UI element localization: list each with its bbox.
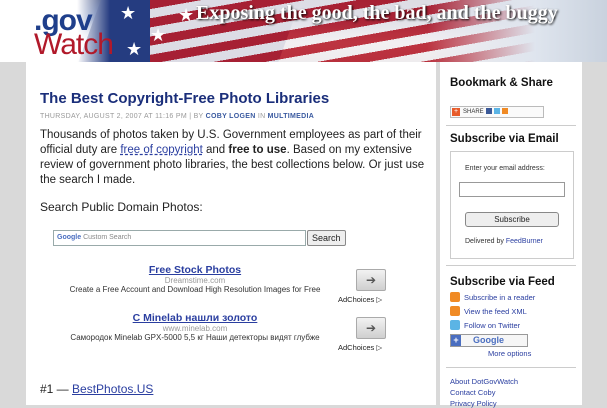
privacy-link[interactable]: Privacy Policy: [450, 399, 497, 408]
ad-title[interactable]: С Minelab нашли золото: [40, 312, 350, 324]
ad-arrow-button[interactable]: ➔: [356, 269, 386, 291]
star-icon: ★: [178, 5, 195, 25]
site-tagline: Exposing the good, the bad, and the bugg…: [196, 2, 558, 24]
email-field[interactable]: [459, 182, 565, 197]
custom-search-placeholder: Custom Search: [81, 234, 132, 241]
intro-bold-text: free to use: [228, 144, 287, 156]
post-meta-in: IN: [255, 113, 268, 120]
post-date: THURSDAY, AUGUST 2, 2007 AT 11:16 PM | B…: [40, 113, 206, 120]
list-item-number: #1 —: [40, 382, 73, 396]
post-intro: Thousands of photos taken by U.S. Govern…: [40, 128, 435, 188]
star-icon: ★: [126, 39, 143, 59]
ad-unit-2[interactable]: С Minelab нашли золото www.minelab.com С…: [40, 312, 350, 342]
ad-unit-1[interactable]: Free Stock Photos Dreamstime.com Create …: [40, 264, 350, 294]
search-heading: Search Public Domain Photos:: [40, 200, 203, 214]
custom-search-input[interactable]: Google Custom Search: [53, 230, 306, 246]
divider: [446, 125, 576, 126]
feed-heading: Subscribe via Feed: [450, 276, 555, 288]
rss-icon: [450, 306, 460, 316]
delivered-by-text: Delivered by: [465, 238, 506, 245]
ad-arrow-button[interactable]: ➔: [356, 317, 386, 339]
google-search-watermark: Google: [57, 234, 82, 241]
adchoices-label[interactable]: AdChoices ▷: [338, 295, 382, 304]
contact-link[interactable]: Contact Coby: [450, 388, 495, 397]
search-button[interactable]: Search: [307, 230, 346, 246]
site-header: ★ ★ ★ ★ .gov Watch Exposing the good, th…: [0, 0, 607, 62]
ad-description: Самородок Minelab GPX-5000 5,5 кг Наши д…: [70, 333, 320, 342]
subscribe-button[interactable]: Subscribe: [465, 212, 559, 227]
bookmark-icon: [501, 108, 508, 115]
feed-item-label: Follow on Twitter: [464, 321, 521, 330]
share-label: SHARE: [463, 109, 484, 115]
star-icon: ★: [120, 3, 137, 23]
list-item-1: #1 — BestPhotos.US: [40, 382, 153, 396]
feed-item-xml[interactable]: View the feed XML: [450, 306, 527, 317]
share-button[interactable]: + SHARE: [450, 106, 544, 118]
addthis-plus-icon: +: [452, 108, 460, 116]
post-author-link[interactable]: COBY LOGEN: [206, 113, 256, 120]
divider: [446, 265, 576, 266]
ad-description: Create a Free Account and Download High …: [69, 285, 321, 294]
email-heading: Subscribe via Email: [450, 133, 559, 145]
twitter-icon: [450, 320, 460, 330]
feedburner-link[interactable]: FeedBurner: [506, 238, 543, 245]
email-subscribe-form: Enter your email address: Subscribe Deli…: [450, 151, 574, 259]
ad-url[interactable]: www.minelab.com: [40, 324, 350, 333]
main-content: The Best Copyright-Free Photo Libraries …: [26, 62, 436, 405]
adchoices-label[interactable]: AdChoices ▷: [338, 343, 382, 352]
post-title[interactable]: The Best Copyright-Free Photo Libraries: [40, 90, 329, 107]
star-icon: ★: [150, 25, 167, 45]
rss-icon: [450, 292, 460, 302]
bookmark-heading: Bookmark & Share: [450, 77, 553, 89]
delivered-by: Delivered by FeedBurner: [465, 238, 543, 245]
email-label: Enter your email address:: [465, 165, 545, 172]
bestphotos-link[interactable]: BestPhotos.US: [72, 382, 153, 396]
plus-icon: +: [451, 335, 461, 346]
about-link[interactable]: About DotGovWatch: [450, 377, 518, 386]
ad-title[interactable]: Free Stock Photos: [40, 264, 350, 276]
divider: [446, 367, 576, 368]
more-options-link[interactable]: More options: [488, 349, 531, 358]
add-to-google-button[interactable]: + Google: [450, 334, 528, 347]
intro-text-2: and: [202, 144, 229, 156]
feed-item-label: View the feed XML: [464, 307, 527, 316]
feed-item-label: Subscribe in a reader: [464, 293, 536, 302]
site-logo-watch[interactable]: Watch: [34, 28, 114, 62]
post-category-link[interactable]: MULTIMEDIA: [268, 113, 314, 120]
twitter-icon: [493, 108, 500, 115]
free-of-copyright-link[interactable]: free of copyright: [120, 144, 202, 156]
feed-item-twitter[interactable]: Follow on Twitter: [450, 320, 520, 331]
sidebar: Bookmark & Share + SHARE Subscribe via Em…: [440, 62, 582, 408]
ad-url[interactable]: Dreamstime.com: [40, 276, 350, 285]
google-label: Google: [473, 335, 504, 345]
facebook-icon: [485, 108, 492, 115]
feed-item-reader[interactable]: Subscribe in a reader: [450, 292, 535, 303]
post-meta: THURSDAY, AUGUST 2, 2007 AT 11:16 PM | B…: [40, 113, 314, 120]
